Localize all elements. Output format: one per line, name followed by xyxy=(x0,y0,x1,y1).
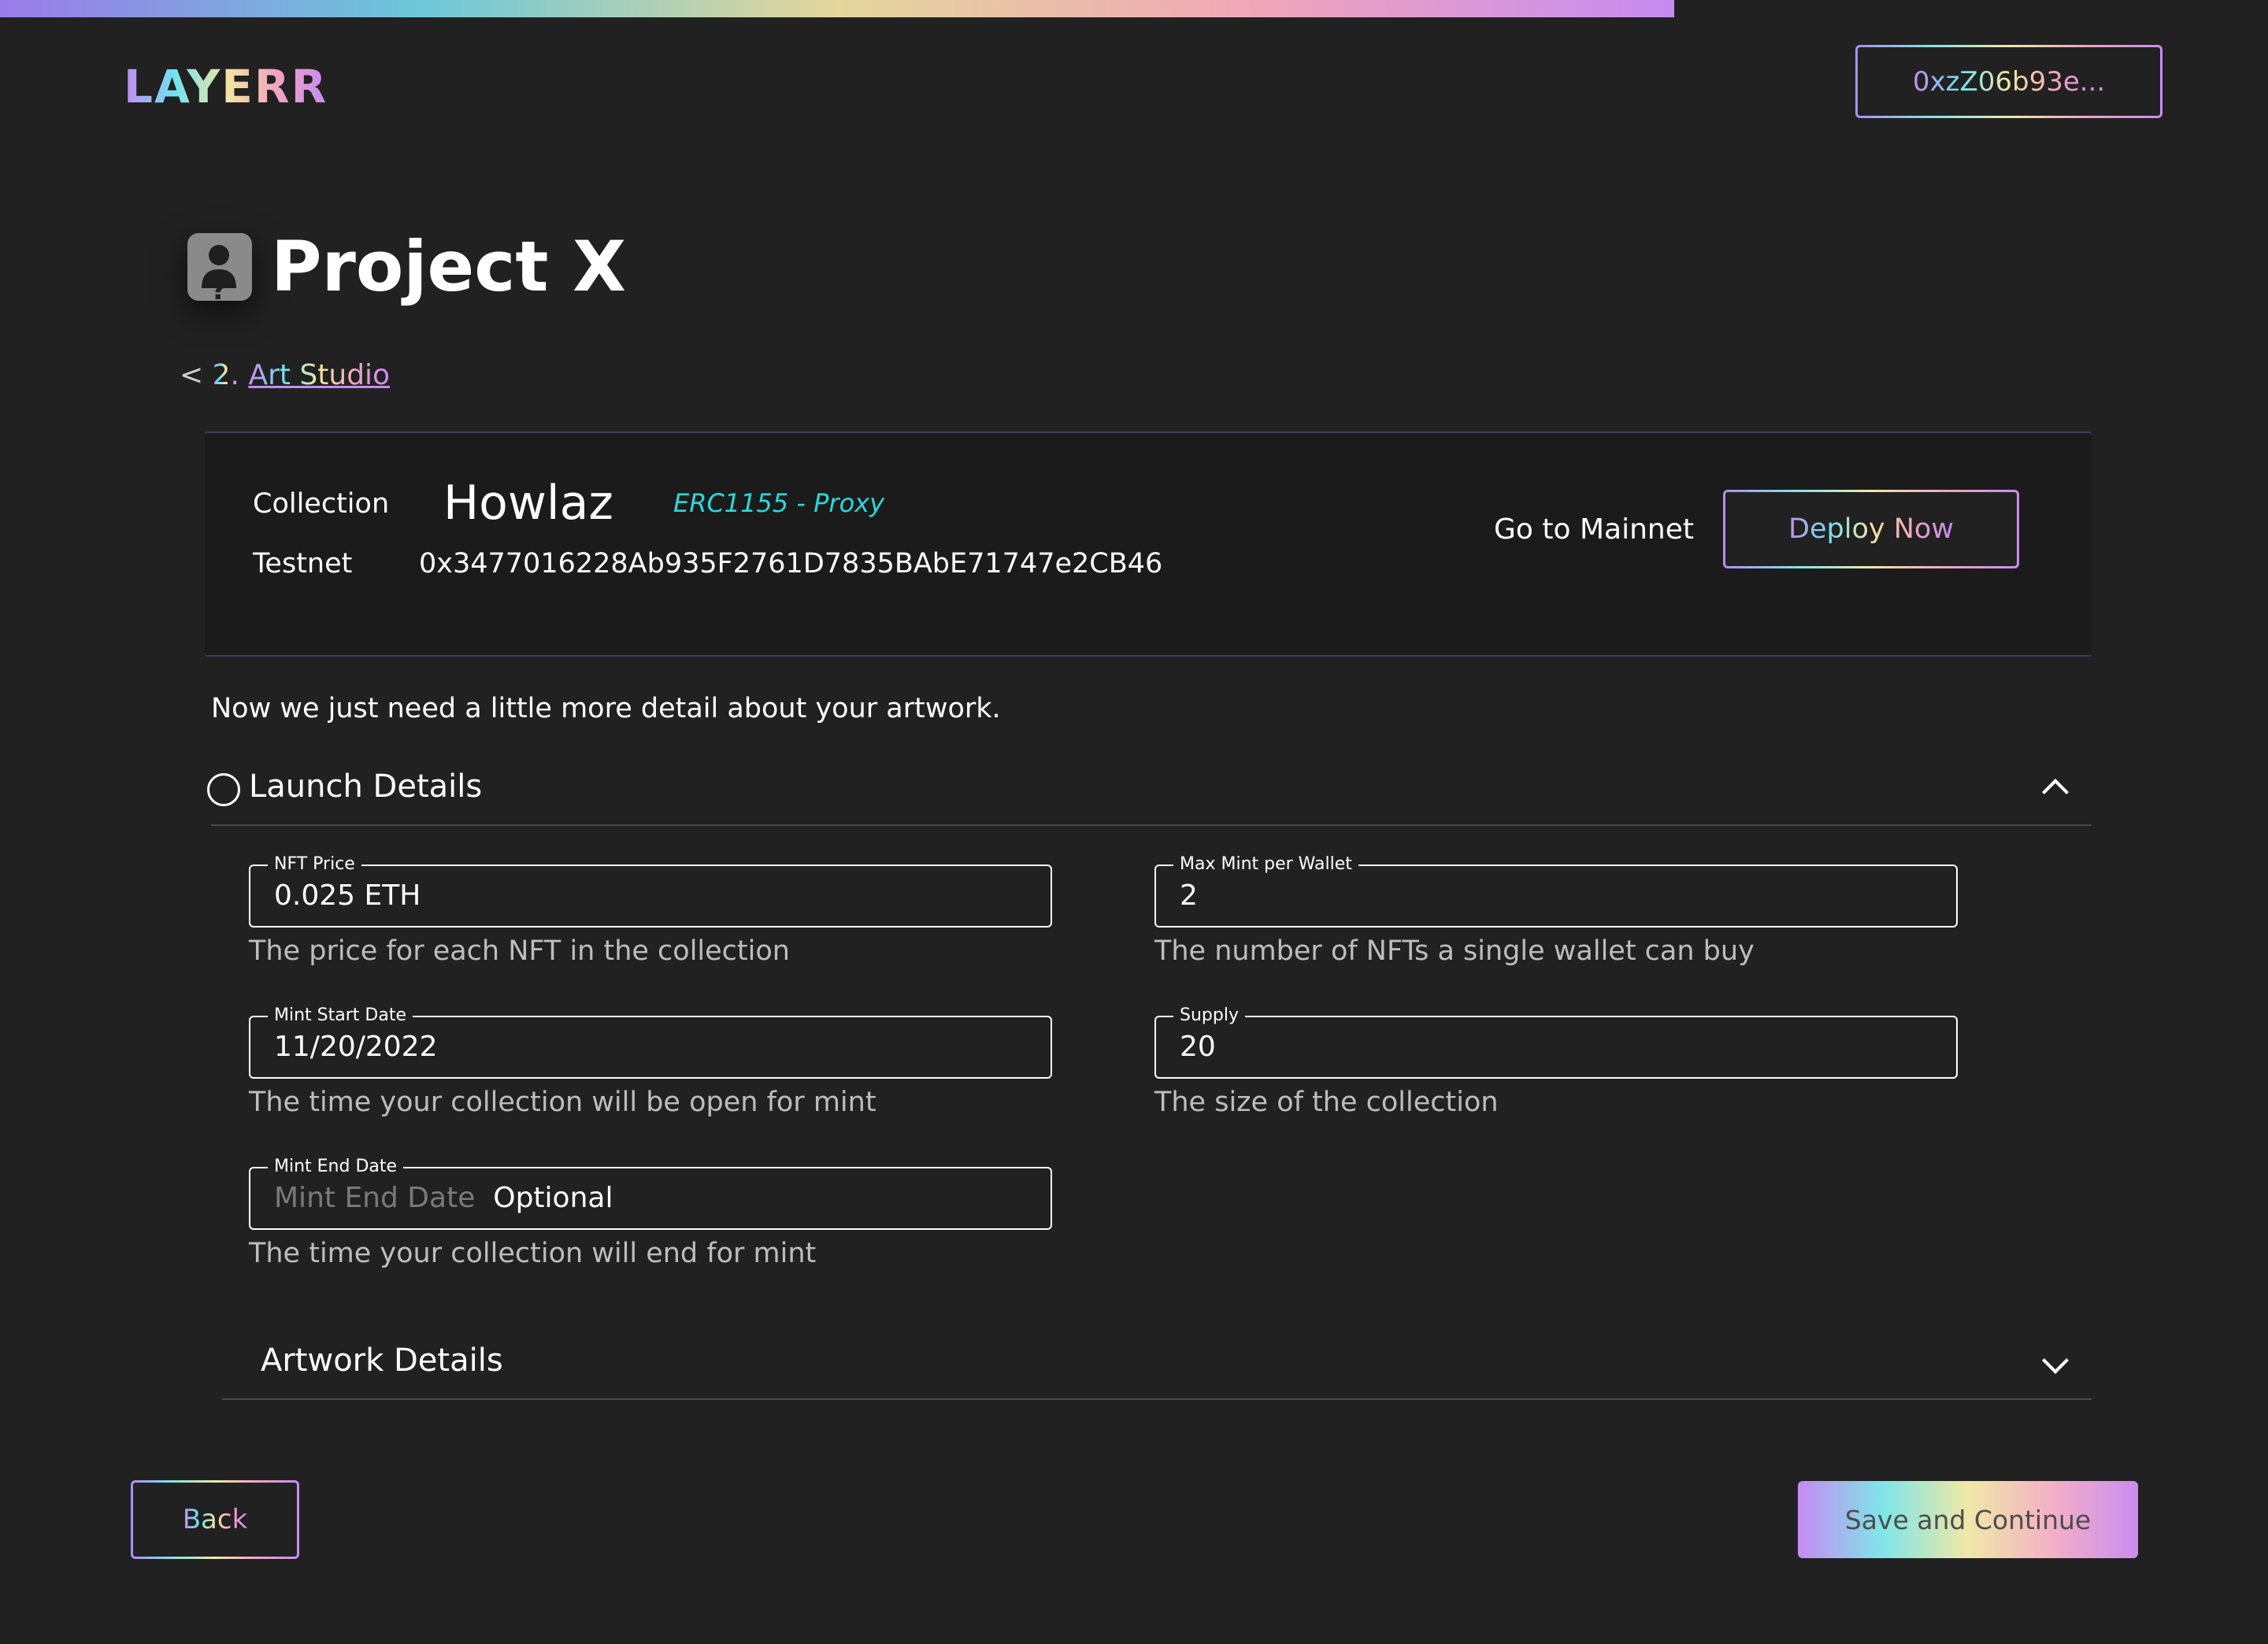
mint-end-date-optional-tag: Optional xyxy=(493,1182,613,1214)
launch-details-divider xyxy=(211,824,2092,826)
chevron-up-icon[interactable] xyxy=(2042,779,2069,805)
top-gradient-bar xyxy=(0,0,1674,17)
max-mint-input[interactable]: Max Mint per Wallet 2 xyxy=(1154,855,1958,928)
breadcrumb-back-chevron[interactable]: < xyxy=(180,359,203,391)
breadcrumb[interactable]: < 2. Art Studio xyxy=(180,359,390,391)
max-mint-value: 2 xyxy=(1180,879,1198,912)
nft-price-value: 0.025 ETH xyxy=(274,879,421,912)
wallet-address-label: 0xzZ06b93e... xyxy=(1912,65,2106,98)
intro-text: Now we just need a little more detail ab… xyxy=(211,693,1001,724)
breadcrumb-step-number: 2. xyxy=(212,359,239,391)
layerr-logo[interactable]: LAYERR xyxy=(124,60,328,113)
mint-end-date-placeholder: Mint End Date xyxy=(274,1182,476,1214)
collection-name: Howlaz xyxy=(443,476,613,531)
launch-details-title[interactable]: Launch Details xyxy=(249,768,482,805)
network-label: Testnet xyxy=(253,548,353,579)
chevron-down-icon[interactable] xyxy=(2042,1347,2069,1374)
contract-type-badge: ERC1155 - Proxy xyxy=(673,488,885,518)
mint-start-date-input[interactable]: Mint Start Date 11/20/2022 xyxy=(249,1006,1052,1079)
artwork-details-title[interactable]: Artwork Details xyxy=(261,1342,503,1379)
wallet-button[interactable]: 0xzZ06b93e... xyxy=(1855,45,2162,118)
breadcrumb-link-art-studio[interactable]: Art Studio xyxy=(248,359,390,391)
user-unknown-icon: ? xyxy=(202,245,236,306)
max-mint-label: Max Mint per Wallet xyxy=(1173,855,1358,874)
max-mint-help: The number of NFTs a single wallet can b… xyxy=(1154,935,1755,967)
mint-start-date-help: The time your collection will be open fo… xyxy=(249,1087,876,1118)
supply-input[interactable]: Supply 20 xyxy=(1154,1006,1958,1079)
save-and-continue-label: Save and Continue xyxy=(1844,1504,2092,1535)
mint-end-date-input[interactable]: Mint End Date Mint End Date Optional xyxy=(249,1157,1052,1230)
mint-start-date-value: 11/20/2022 xyxy=(274,1031,438,1063)
supply-value: 20 xyxy=(1180,1031,1216,1063)
supply-help: The size of the collection xyxy=(1154,1087,1499,1118)
collection-label: Collection xyxy=(253,488,390,520)
save-and-continue-button[interactable]: Save and Continue xyxy=(1798,1481,2138,1558)
deploy-now-label: Deploy Now xyxy=(1788,513,1954,545)
page-title: Project X xyxy=(271,226,626,307)
back-button[interactable]: Back xyxy=(131,1480,299,1559)
back-label: Back xyxy=(182,1504,248,1535)
artwork-details-divider xyxy=(222,1398,2092,1400)
mint-end-date-help: The time your collection will end for mi… xyxy=(249,1238,817,1269)
launch-details-status-radio xyxy=(207,773,240,806)
svg-text:?: ? xyxy=(211,274,228,301)
nft-price-help: The price for each NFT in the collection xyxy=(249,935,790,967)
mint-end-date-text: Mint End Date Optional xyxy=(274,1168,613,1228)
deploy-now-button[interactable]: Deploy Now xyxy=(1723,490,2019,568)
nft-price-input[interactable]: NFT Price 0.025 ETH xyxy=(249,855,1052,928)
go-to-mainnet-link[interactable]: Go to Mainnet xyxy=(1494,513,1694,546)
project-avatar: ? xyxy=(187,233,252,306)
contract-address: 0x3477016228Ab935F2761D7835BAbE71747e2CB… xyxy=(419,548,1163,579)
